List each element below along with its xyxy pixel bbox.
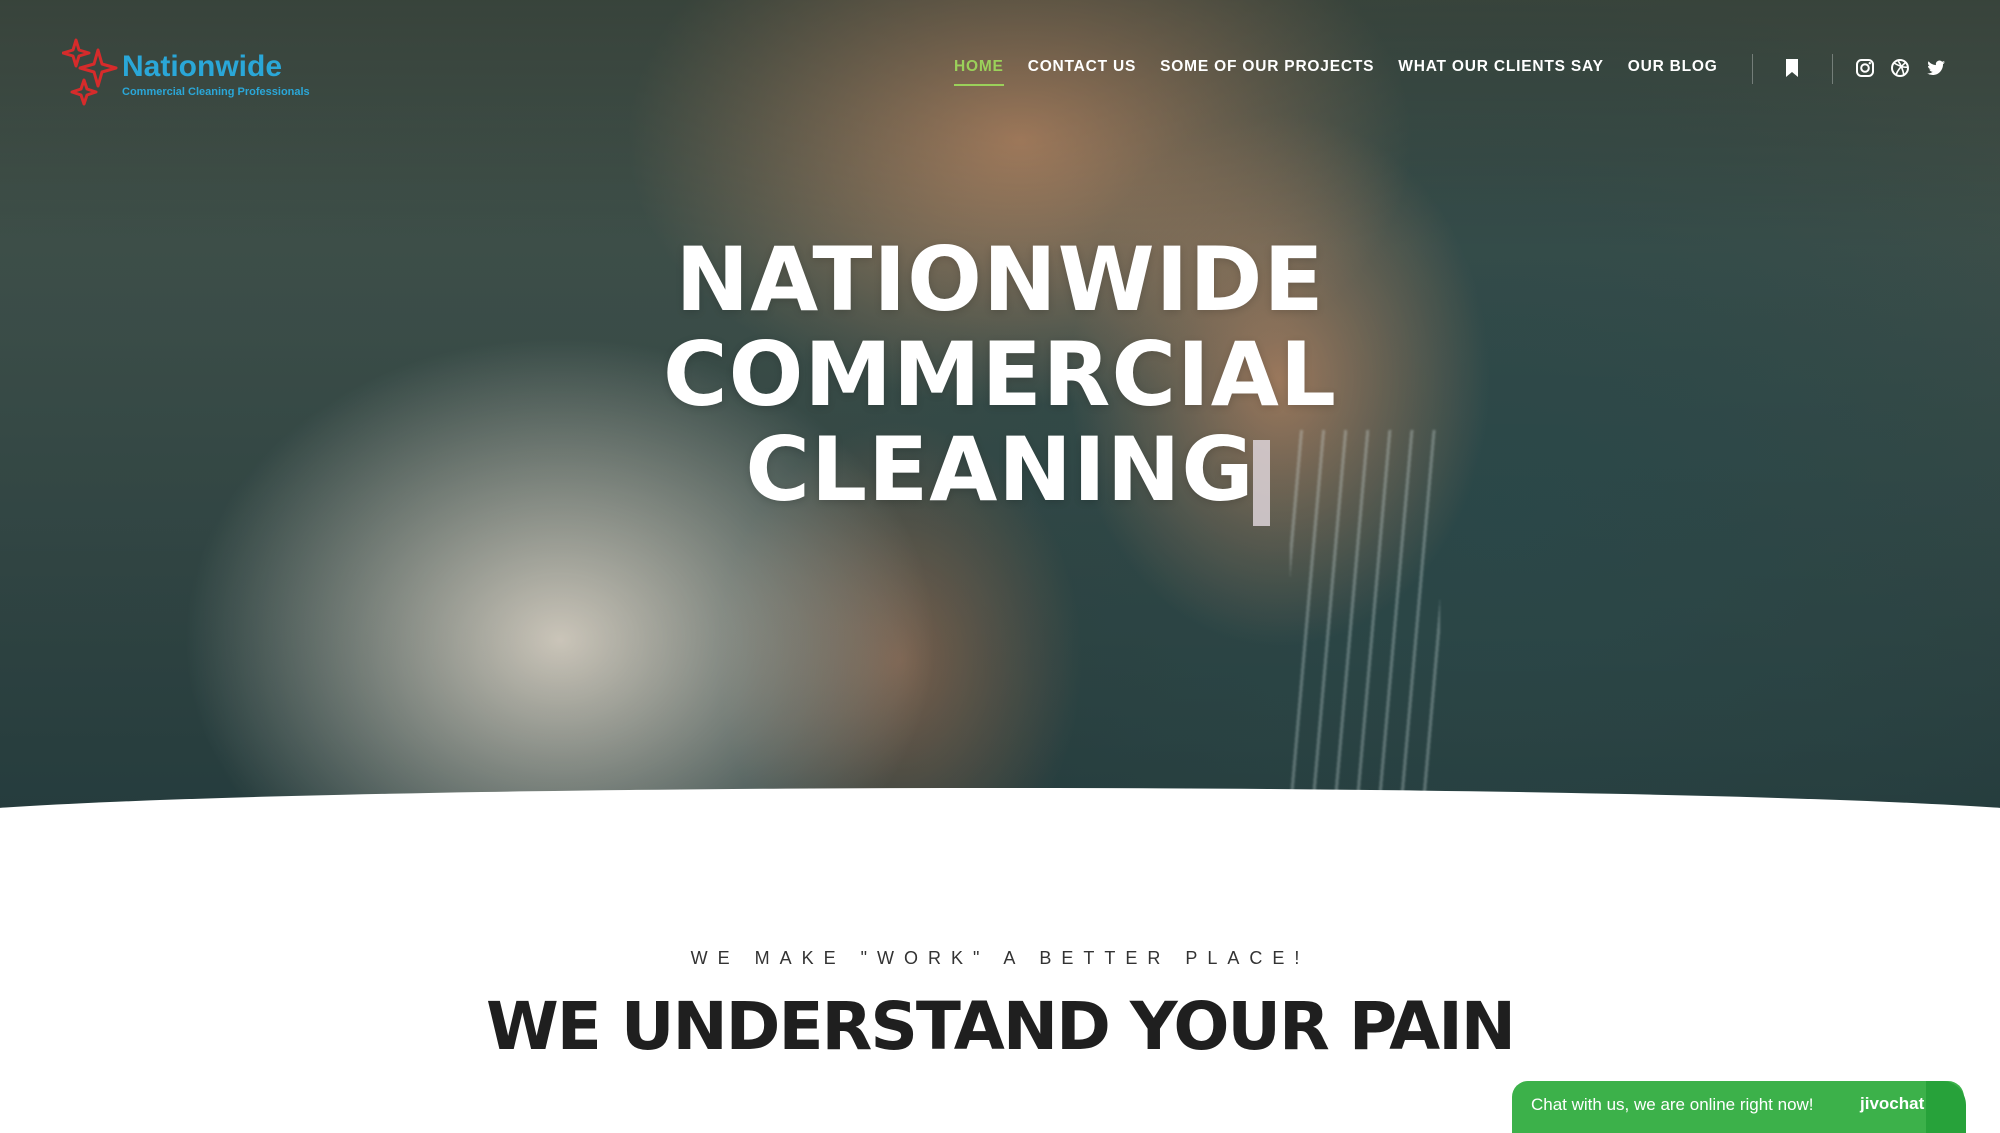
logo-title: Nationwide <box>122 50 283 83</box>
section-tagline: WE MAKE "WORK" A BETTER PLACE! <box>690 948 1310 968</box>
logo-subtitle: Commercial Cleaning Professionals <box>122 86 310 98</box>
nav-testimonials[interactable]: WHAT OUR CLIENTS SAY <box>1398 58 1603 84</box>
site-logo[interactable]: Nationwide Commercial Cleaning Professio… <box>62 38 322 110</box>
chat-widget-text: Chat with us, we are online right now! <box>1531 1095 1814 1114</box>
nav-projects[interactable]: SOME OF OUR PROJECTS <box>1160 58 1374 84</box>
chat-widget-brand: jivochat <box>1860 1094 1925 1113</box>
nav-divider <box>1752 54 1753 84</box>
twitter-icon[interactable] <box>1926 58 1946 78</box>
chat-widget-button[interactable]: Chat with us, we are online right now! j… <box>1512 1081 1966 1133</box>
hero-title-line: COMMERCIAL <box>663 323 1337 426</box>
instagram-icon[interactable] <box>1855 58 1875 78</box>
hero-title-line: NATIONWIDE <box>675 228 1325 331</box>
chat-bubble-icon <box>1926 1081 1966 1133</box>
sparkle-stars-icon <box>62 38 118 106</box>
section-title: WE UNDERSTAND YOUR PAIN <box>485 988 1516 1065</box>
nav-divider <box>1832 54 1833 84</box>
nav-contact-us[interactable]: CONTACT US <box>1028 58 1136 84</box>
dribbble-icon[interactable] <box>1890 58 1910 78</box>
nav-blog[interactable]: OUR BLOG <box>1628 58 1718 84</box>
nav-home[interactable]: HOME <box>954 58 1004 86</box>
hero-title-line: CLEANING <box>745 418 1255 521</box>
typing-cursor <box>1253 440 1270 526</box>
hero-title: NATIONWIDE COMMERCIAL CLEANING <box>550 232 1450 517</box>
main-nav: HOME CONTACT US SOME OF OUR PROJECTS WHA… <box>954 58 1718 90</box>
bookmark-icon[interactable] <box>1782 58 1802 78</box>
